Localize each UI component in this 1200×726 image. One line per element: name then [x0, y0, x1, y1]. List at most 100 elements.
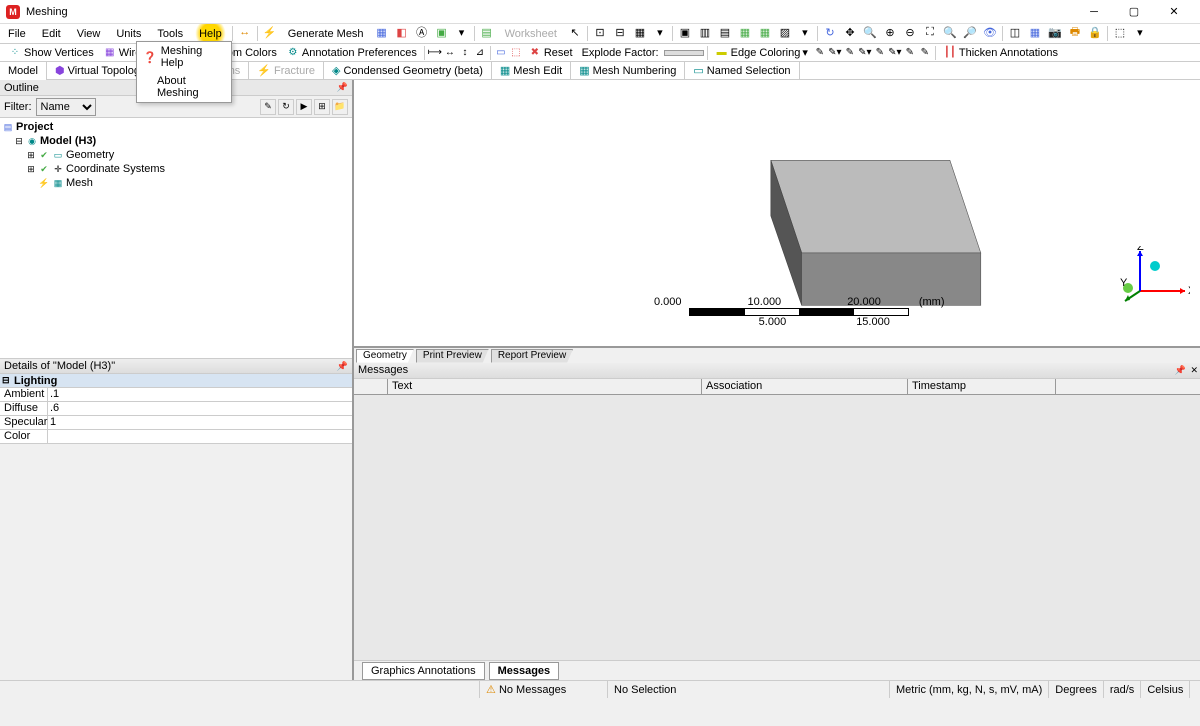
btab-messages[interactable]: Messages: [489, 662, 560, 680]
p6-icon[interactable]: ✎▾: [888, 46, 902, 60]
rotate-icon[interactable]: ↻: [822, 24, 838, 40]
expand-icon[interactable]: ⊞: [26, 164, 36, 175]
zoomout-icon[interactable]: ⊖: [902, 24, 918, 40]
tree-geometry[interactable]: ⊞ ✔ ▭ Geometry: [2, 148, 350, 162]
zoom3-icon[interactable]: 🔎: [962, 24, 978, 40]
view-icon[interactable]: ▦: [1027, 24, 1043, 40]
vtab-report-preview[interactable]: Report Preview: [491, 349, 573, 363]
vtab-geometry[interactable]: Geometry: [356, 349, 414, 363]
help-meshing-help[interactable]: ❓Meshing Help: [137, 42, 231, 72]
sel-edge-icon[interactable]: ⊟: [612, 24, 628, 40]
pointer-icon[interactable]: ↖: [567, 24, 583, 40]
p4-icon[interactable]: ✎▾: [858, 46, 872, 60]
minimize-button[interactable]: ─: [1074, 0, 1114, 24]
dim3-icon[interactable]: ↕: [458, 46, 472, 60]
filter-icon-2[interactable]: ↻: [278, 99, 294, 115]
pick7-icon[interactable]: ▾: [797, 24, 813, 40]
pick4-icon[interactable]: ▦: [737, 24, 753, 40]
p8-icon[interactable]: ✎: [918, 46, 932, 60]
btab-graphics-annotations[interactable]: Graphics Annotations: [362, 662, 485, 680]
msg-col-timestamp[interactable]: Timestamp: [908, 379, 1056, 394]
fit-icon[interactable]: ⛶: [922, 24, 938, 40]
p5-icon[interactable]: ✎: [873, 46, 887, 60]
expand-icon[interactable]: ⊟: [14, 136, 24, 147]
explode-slider[interactable]: [664, 50, 704, 56]
filter-icon-5[interactable]: 📁: [332, 99, 348, 115]
msg-col-icon[interactable]: [354, 379, 388, 394]
pin-icon[interactable]: 📌: [337, 361, 348, 372]
show-vertices-button[interactable]: ⁘Show Vertices: [4, 45, 98, 61]
flex-icon[interactable]: ↔: [237, 24, 253, 40]
tab-mesh-numbering[interactable]: ▦Mesh Numbering: [571, 62, 685, 80]
zoom-icon[interactable]: 🔍: [862, 24, 878, 40]
maximize-button[interactable]: ▢: [1114, 0, 1154, 24]
msg-col-text[interactable]: Text: [388, 379, 702, 394]
outline-tree[interactable]: ▤ Project ⊟ ◉ Model (H3) ⊞ ✔ ▭ Geometry …: [0, 118, 352, 358]
annotation-prefs-button[interactable]: ⚙Annotation Preferences: [282, 45, 421, 61]
sel-face-icon[interactable]: ▦: [632, 24, 648, 40]
p7-icon[interactable]: ✎: [903, 46, 917, 60]
look-icon[interactable]: 👁: [982, 24, 998, 40]
pin-icon[interactable]: 📌: [337, 82, 348, 93]
dim4-icon[interactable]: ⊿: [473, 46, 487, 60]
lock-icon[interactable]: 🔒: [1087, 24, 1103, 40]
pick2-icon[interactable]: ▥: [697, 24, 713, 40]
tree-coordinate-systems[interactable]: ⊞ ✔ ✛ Coordinate Systems: [2, 162, 350, 176]
filter-select[interactable]: Name: [36, 98, 96, 116]
tree-mesh[interactable]: ⊞ ⚡ ▦ Mesh: [2, 176, 350, 190]
zoomin-icon[interactable]: ⊕: [882, 24, 898, 40]
details-group-lighting[interactable]: ⊟ Lighting: [0, 374, 352, 388]
generate-mesh-button[interactable]: Generate Mesh: [280, 24, 372, 43]
menu-edit[interactable]: Edit: [34, 24, 69, 43]
filter-icon-4[interactable]: ⊞: [314, 99, 330, 115]
filter-icon-1[interactable]: ✎: [260, 99, 276, 115]
thicken-button[interactable]: ┃┃Thicken Annotations: [939, 45, 1062, 61]
tree-model[interactable]: ⊟ ◉ Model (H3): [2, 134, 350, 148]
pick5-icon[interactable]: ▦: [757, 24, 773, 40]
pin-icon[interactable]: 📌: [1175, 365, 1186, 376]
pan-icon[interactable]: ✥: [842, 24, 858, 40]
vtab-print-preview[interactable]: Print Preview: [416, 349, 489, 363]
details-row-diffuse[interactable]: Diffuse.6: [0, 402, 352, 416]
dropdown-icon[interactable]: ▾: [454, 24, 470, 40]
close-icon[interactable]: ✕: [1190, 365, 1198, 376]
cube-icon[interactable]: ◧: [394, 24, 410, 40]
pick3-icon[interactable]: ▤: [717, 24, 733, 40]
menu-view[interactable]: View: [69, 24, 109, 43]
print-icon[interactable]: 🖶: [1067, 24, 1083, 40]
new-icon[interactable]: ▦: [374, 24, 390, 40]
iso-icon[interactable]: ◫: [1007, 24, 1023, 40]
viewport-3d[interactable]: 0.000 10.000 20.000 0.000 10.000 20.000 …: [354, 80, 1200, 347]
dim2-icon[interactable]: ↔: [443, 46, 457, 60]
sel-vertex-icon[interactable]: ⊡: [592, 24, 608, 40]
help-about-meshing[interactable]: About Meshing: [137, 72, 231, 102]
details-row-color[interactable]: Color: [0, 430, 352, 444]
tab-model[interactable]: Model: [0, 62, 47, 80]
snap-icon[interactable]: 📷: [1047, 24, 1063, 40]
layout-dd-icon[interactable]: ▾: [1132, 24, 1148, 40]
plane2-icon[interactable]: ⬚: [509, 46, 523, 60]
layout-icon[interactable]: ⬚: [1112, 24, 1128, 40]
msg-col-association[interactable]: Association: [702, 379, 908, 394]
tree-project[interactable]: ▤ Project: [2, 120, 350, 134]
image-icon[interactable]: ▣: [434, 24, 450, 40]
menu-file[interactable]: File: [0, 24, 34, 43]
details-row-specular[interactable]: Specular1: [0, 416, 352, 430]
p3-icon[interactable]: ✎: [843, 46, 857, 60]
edge-coloring-button[interactable]: ▬Edge Coloring▾: [711, 45, 812, 61]
pick6-icon[interactable]: ▨: [777, 24, 793, 40]
p1-icon[interactable]: ✎: [813, 46, 827, 60]
plane1-icon[interactable]: ▭: [494, 46, 508, 60]
a-icon[interactable]: Ⓐ: [414, 24, 430, 40]
tab-condensed-geometry[interactable]: ◈Condensed Geometry (beta): [324, 62, 492, 80]
tab-named-selection[interactable]: ▭Named Selection: [685, 62, 799, 80]
tab-mesh-edit[interactable]: ▦Mesh Edit: [492, 62, 571, 80]
close-button[interactable]: ✕: [1154, 0, 1194, 24]
expand-icon[interactable]: ⊞: [26, 150, 36, 161]
dim1-icon[interactable]: ⟼: [428, 46, 442, 60]
sel-dropdown-icon[interactable]: ▾: [652, 24, 668, 40]
pick1-icon[interactable]: ▣: [677, 24, 693, 40]
zoom2-icon[interactable]: 🔍: [942, 24, 958, 40]
p2-icon[interactable]: ✎▾: [828, 46, 842, 60]
details-row-ambient[interactable]: Ambient.1: [0, 388, 352, 402]
